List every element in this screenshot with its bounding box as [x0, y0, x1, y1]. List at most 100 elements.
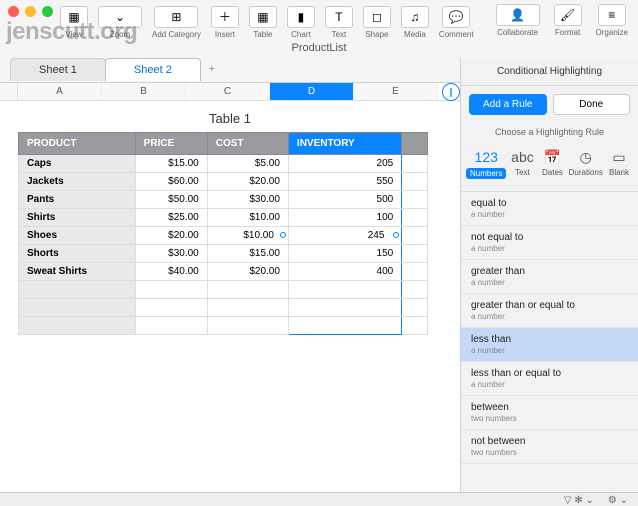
selection-handle-icon[interactable]	[280, 232, 286, 238]
cell-empty[interactable]	[402, 209, 428, 227]
minimize-icon[interactable]	[25, 6, 36, 17]
media-button[interactable]: ♫	[401, 6, 429, 28]
cell-cost[interactable]: $20.00	[207, 263, 288, 281]
cell-product[interactable]: Sweat Shirts	[19, 263, 136, 281]
add-rule-button[interactable]: Add a Rule	[469, 94, 547, 115]
cell-inventory[interactable]: 500	[288, 191, 401, 209]
cell-cost[interactable]	[207, 299, 288, 317]
sheet-tab-2[interactable]: Sheet 2	[105, 58, 201, 81]
cell-empty[interactable]	[402, 191, 428, 209]
cell-inventory[interactable]	[288, 281, 401, 299]
shape-button[interactable]: ◻	[363, 6, 391, 28]
cell-cost[interactable]	[207, 281, 288, 299]
cell-product[interactable]	[19, 317, 136, 335]
cell-product[interactable]	[19, 299, 136, 317]
cell-price[interactable]: $30.00	[135, 245, 207, 263]
cell-inventory[interactable]: 550	[288, 173, 401, 191]
rule-greater-than[interactable]: greater thana number	[461, 260, 638, 294]
cell-cost[interactable]	[207, 317, 288, 335]
cell-product[interactable]: Shoes	[19, 227, 136, 245]
cell-product[interactable]: Jackets	[19, 173, 136, 191]
cell-empty[interactable]	[402, 155, 428, 173]
cell-inventory[interactable]: 400	[288, 263, 401, 281]
table-title[interactable]: Table 1	[0, 101, 460, 132]
header-inventory[interactable]: INVENTORY	[288, 133, 401, 155]
cell-price[interactable]	[135, 317, 207, 335]
cell-price[interactable]: $50.00	[135, 191, 207, 209]
gear-icon[interactable]: ⚙ ⌄	[608, 495, 628, 506]
cell-price[interactable]: $25.00	[135, 209, 207, 227]
chart-button[interactable]: ▮	[287, 6, 315, 28]
col-header-c[interactable]: C	[186, 83, 270, 100]
cell-empty[interactable]	[402, 227, 428, 245]
organize-button[interactable]: ≡	[598, 4, 626, 26]
format-button[interactable]: 🖌	[554, 4, 582, 26]
zoom-icon[interactable]	[42, 6, 53, 17]
comment-button[interactable]: 💬	[442, 6, 470, 28]
cell-inventory[interactable]: 150	[288, 245, 401, 263]
cell-cost[interactable]: $10.00	[207, 209, 288, 227]
cell-price[interactable]: $40.00	[135, 263, 207, 281]
cell-empty[interactable]	[402, 263, 428, 281]
cell-price[interactable]	[135, 281, 207, 299]
rule-type-dates[interactable]: 📅Dates	[537, 147, 567, 183]
cell-empty[interactable]	[402, 299, 428, 317]
rule-between[interactable]: betweentwo numbers	[461, 396, 638, 430]
cell-empty[interactable]	[402, 245, 428, 263]
rule-less-than[interactable]: less thana number	[461, 328, 638, 362]
header-empty[interactable]	[402, 133, 428, 155]
insert-button[interactable]: ＋	[211, 6, 239, 28]
rule-greater-than-or-equal-to[interactable]: greater than or equal toa number	[461, 294, 638, 328]
cell-cost[interactable]: $10.00	[207, 227, 288, 245]
cell-product[interactable]: Shorts	[19, 245, 136, 263]
cell-cost[interactable]: $20.00	[207, 173, 288, 191]
cell-inventory[interactable]: 245	[288, 227, 401, 245]
zoom-button[interactable]: ⌄	[98, 6, 142, 28]
cell-cost[interactable]: $30.00	[207, 191, 288, 209]
header-price[interactable]: PRICE	[135, 133, 207, 155]
sheet-canvas[interactable]: A B C D E ∥ Table 1 PRODUCT PRICE COST I…	[0, 82, 460, 492]
cell-price[interactable]: $15.00	[135, 155, 207, 173]
cell-empty[interactable]	[402, 281, 428, 299]
selection-handle-icon[interactable]	[393, 232, 399, 238]
cell-price[interactable]: $60.00	[135, 173, 207, 191]
cell-product[interactable]: Pants	[19, 191, 136, 209]
rule-not-equal-to[interactable]: not equal toa number	[461, 226, 638, 260]
rule-type-blank[interactable]: ▭Blank	[604, 147, 634, 183]
close-icon[interactable]	[8, 6, 19, 17]
sheet-tab-1[interactable]: Sheet 1	[10, 58, 106, 81]
rule-less-than-or-equal-to[interactable]: less than or equal toa number	[461, 362, 638, 396]
header-product[interactable]: PRODUCT	[19, 133, 136, 155]
text-button[interactable]: T	[325, 6, 353, 28]
cell-product[interactable]: Caps	[19, 155, 136, 173]
collaborate-button[interactable]: 👤	[496, 4, 540, 26]
add-column-handle[interactable]: ∥	[442, 83, 460, 101]
rule-type-durations[interactable]: ◷Durations	[567, 147, 604, 183]
rule-type-numbers[interactable]: 123Numbers	[465, 147, 507, 183]
table-button[interactable]: ▦	[249, 6, 277, 28]
add-category-button[interactable]: ⊞	[154, 6, 198, 28]
cell-price[interactable]	[135, 299, 207, 317]
col-header-a[interactable]: A	[18, 83, 102, 100]
cell-product[interactable]: Shirts	[19, 209, 136, 227]
col-header-e[interactable]: E	[354, 83, 438, 100]
cell-inventory[interactable]: 100	[288, 209, 401, 227]
corner-cell[interactable]	[0, 83, 18, 100]
cell-inventory[interactable]	[288, 317, 401, 335]
filter-icon[interactable]: ▽ ✻ ⌄	[564, 495, 594, 506]
col-header-d[interactable]: D	[270, 83, 354, 100]
cell-empty[interactable]	[402, 317, 428, 335]
col-header-b[interactable]: B	[102, 83, 186, 100]
cell-empty[interactable]	[402, 173, 428, 191]
rule-equal-to[interactable]: equal toa number	[461, 192, 638, 226]
header-cost[interactable]: COST	[207, 133, 288, 155]
cell-inventory[interactable]	[288, 299, 401, 317]
add-sheet-button[interactable]: +	[200, 58, 224, 81]
cell-price[interactable]: $20.00	[135, 227, 207, 245]
cell-cost[interactable]: $5.00	[207, 155, 288, 173]
cell-cost[interactable]: $15.00	[207, 245, 288, 263]
rule-type-text[interactable]: abcText	[507, 147, 537, 183]
rule-not-between[interactable]: not betweentwo numbers	[461, 430, 638, 464]
cell-inventory[interactable]: 205	[288, 155, 401, 173]
view-button[interactable]: ▦	[60, 6, 88, 28]
